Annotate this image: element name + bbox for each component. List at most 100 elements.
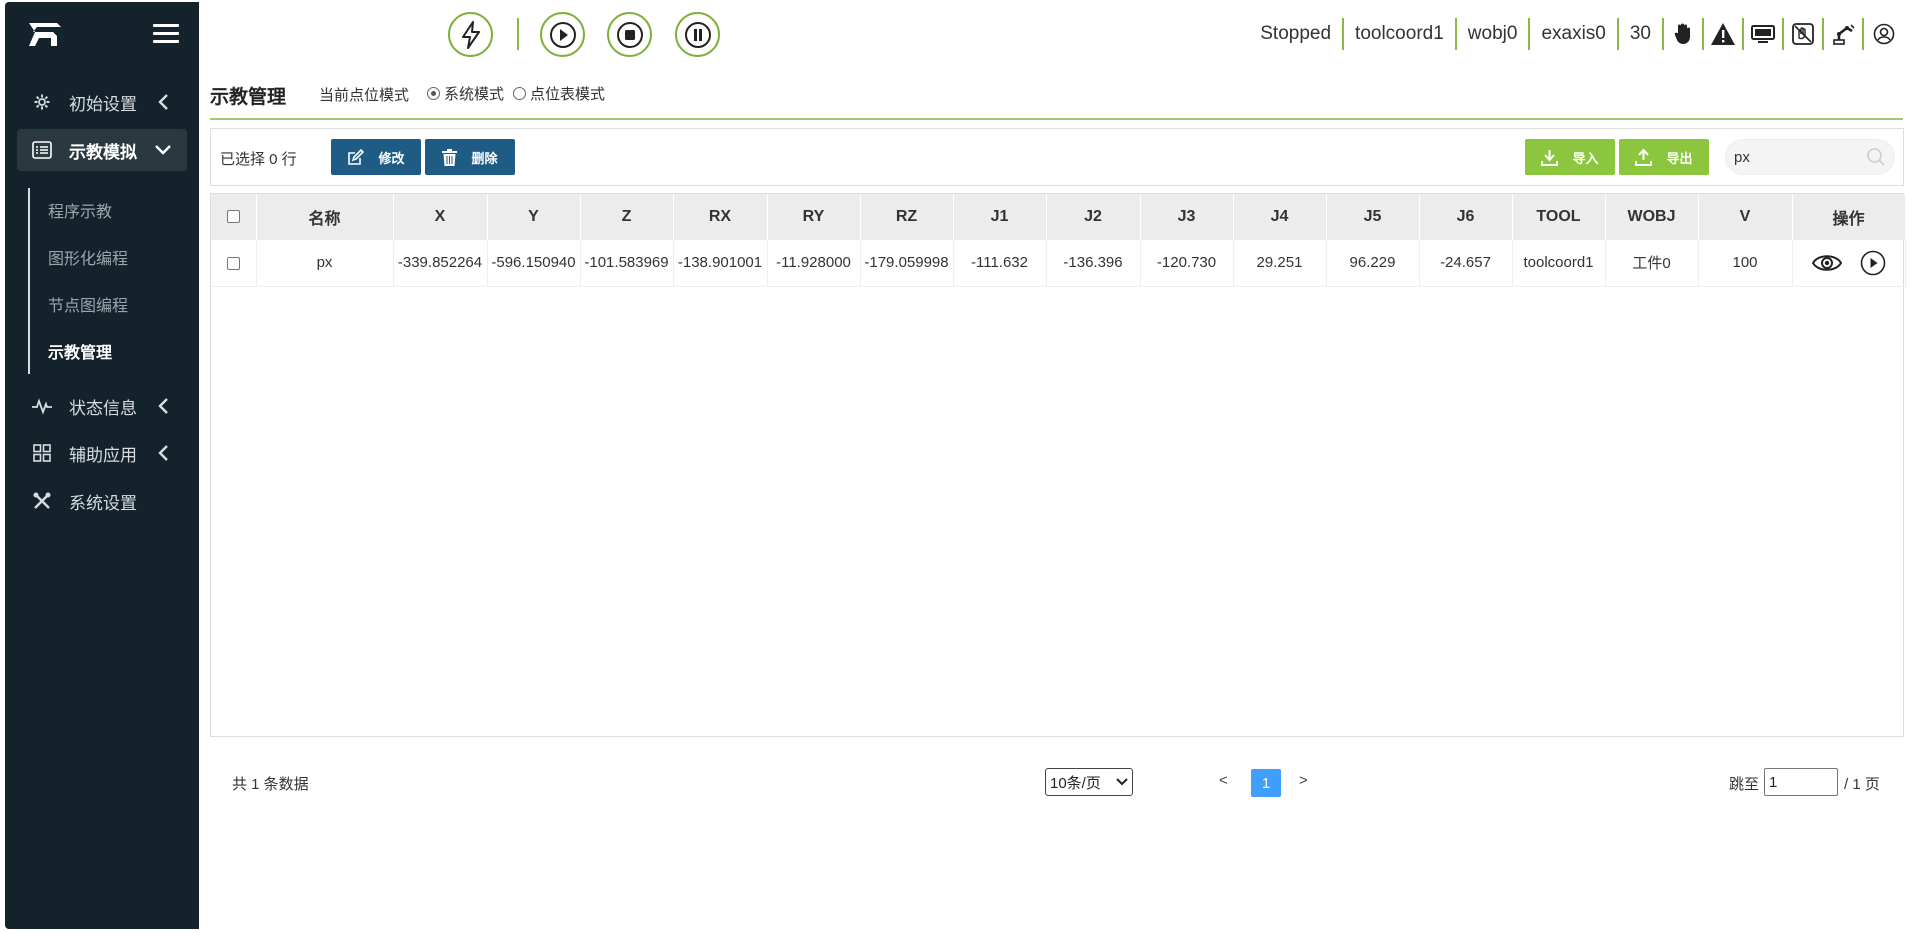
import-button[interactable]: 导入 — [1525, 139, 1615, 175]
prev-page-button[interactable]: < — [1219, 772, 1228, 789]
goto-page-input[interactable] — [1764, 768, 1838, 796]
search-icon[interactable] — [1866, 147, 1886, 172]
radio-system-mode[interactable]: 系统模式 — [427, 83, 504, 104]
sidebar-item-status-info[interactable]: 状态信息 — [17, 385, 187, 427]
stop-icon — [616, 21, 643, 48]
radio-dot[interactable] — [427, 87, 440, 100]
cell-wobj: 工件0 — [1605, 240, 1699, 287]
sidebar-item-teach-simulation[interactable]: 示教模拟 — [17, 129, 187, 171]
mode-label: 当前点位模式 — [319, 87, 410, 104]
cell-x: -339.852264 — [393, 240, 488, 287]
radio-dot[interactable] — [513, 87, 526, 100]
submenu-item-teach-management[interactable]: 示教管理 — [48, 339, 112, 363]
exaxis-coord[interactable]: exaxis0 — [1530, 18, 1619, 50]
page-title: 示教管理 — [210, 87, 287, 108]
sidebar-item-label: 状态信息 — [69, 398, 137, 418]
cell-ry: -11.928000 — [767, 240, 861, 287]
submenu-teach-simulation: 程序示教 图形化编程 节点图编程 示教管理 — [28, 188, 188, 374]
total-pages: / 1 页 — [1844, 776, 1880, 793]
edit-button[interactable]: 修改 — [331, 139, 421, 175]
cell-j6: -24.657 — [1419, 240, 1513, 287]
row-actions — [1793, 250, 1905, 276]
delete-button[interactable]: 删除 — [425, 139, 515, 175]
divider — [517, 18, 519, 50]
column-header[interactable]: WOBJ — [1605, 194, 1699, 240]
eye-icon[interactable] — [1811, 252, 1842, 274]
column-header[interactable]: Z — [580, 194, 674, 240]
column-header[interactable]: J4 — [1233, 194, 1327, 240]
cell-j5: 96.229 — [1326, 240, 1420, 287]
tool-coord[interactable]: toolcoord1 — [1344, 18, 1457, 50]
chevron-left-icon — [153, 396, 173, 416]
tools-icon — [31, 490, 53, 512]
column-header[interactable]: J6 — [1419, 194, 1513, 240]
speed-value[interactable]: 30 — [1619, 18, 1664, 50]
menu-toggle-icon[interactable] — [153, 24, 179, 46]
cell-v: 100 — [1698, 240, 1793, 287]
export-label: 导出 — [1666, 150, 1693, 166]
run-button[interactable] — [540, 12, 585, 57]
column-header[interactable]: RX — [673, 194, 768, 240]
trash-icon — [442, 148, 458, 166]
sidebar-item-label: 初始设置 — [69, 94, 137, 114]
column-header[interactable]: J2 — [1046, 194, 1141, 240]
hand-icon[interactable] — [1664, 18, 1704, 50]
select-all-checkbox[interactable] — [226, 210, 240, 224]
play-icon[interactable] — [1860, 250, 1886, 276]
drag-teach-icon[interactable] — [1784, 18, 1824, 50]
row-checkbox[interactable] — [226, 256, 240, 270]
column-header: 操作 — [1792, 194, 1906, 240]
column-header[interactable]: RZ — [860, 194, 954, 240]
goto-label: 跳至 — [1729, 776, 1760, 793]
submenu-item-program-teach[interactable]: 程序示教 — [48, 198, 112, 222]
search-box[interactable] — [1725, 139, 1895, 175]
column-header[interactable]: J3 — [1140, 194, 1234, 240]
submenu-item-node-graph-programming[interactable]: 节点图编程 — [48, 292, 128, 316]
import-label: 导入 — [1572, 150, 1599, 166]
page-size-select[interactable]: 10条/页 — [1045, 768, 1133, 796]
search-input[interactable] — [1734, 146, 1864, 168]
selected-count: 已选择 0 行 — [220, 151, 297, 168]
pulse-icon — [31, 395, 53, 417]
column-header[interactable]: Y — [487, 194, 581, 240]
cell-actions — [1792, 240, 1906, 287]
user-icon[interactable] — [1864, 18, 1904, 50]
cell-j4: 29.251 — [1233, 240, 1327, 287]
column-header[interactable]: X — [393, 194, 488, 240]
wobj-coord[interactable]: wobj0 — [1457, 18, 1531, 50]
edit-label: 修改 — [378, 150, 405, 166]
page-size-value: 10条/页 — [1050, 774, 1101, 792]
select-all-cell — [211, 194, 257, 240]
table-row[interactable]: px -339.852264 -596.150940 -101.583969 -… — [211, 240, 1906, 287]
monitor-icon[interactable] — [1744, 18, 1784, 50]
next-page-button[interactable]: > — [1299, 772, 1308, 789]
robot-state: Stopped — [1249, 18, 1345, 50]
robot-arm-icon[interactable] — [1824, 18, 1864, 50]
table-header-row: 名称 X Y Z RX RY RZ J1 J2 J3 J4 J5 J6 TOOL — [211, 194, 1906, 240]
column-header[interactable]: J5 — [1326, 194, 1420, 240]
export-button[interactable]: 导出 — [1619, 139, 1709, 175]
play-icon — [549, 21, 576, 48]
main-content: 示教管理 当前点位模式 系统模式 点位表模式 已选择 0 行 修改 删除 导入 — [199, 66, 1916, 929]
app-root: 初始设置 示教模拟 程序示教 图形化编程 节点图编程 示教管理 状态信息 辅助应… — [0, 0, 1920, 933]
column-header[interactable]: RY — [767, 194, 861, 240]
row-select-cell — [211, 240, 257, 287]
column-header[interactable]: V — [1698, 194, 1793, 240]
column-header[interactable]: 名称 — [256, 194, 394, 240]
pause-button[interactable] — [675, 12, 720, 57]
enable-button[interactable] — [448, 12, 493, 57]
chevron-down-icon — [1116, 778, 1128, 786]
radio-point-table-mode[interactable]: 点位表模式 — [513, 83, 605, 104]
submenu-item-graphical-programming[interactable]: 图形化编程 — [48, 245, 128, 269]
warning-icon[interactable] — [1704, 18, 1744, 50]
sidebar-item-auxiliary-apps[interactable]: 辅助应用 — [17, 432, 187, 474]
column-header[interactable]: J1 — [953, 194, 1047, 240]
sidebar-item-initial-settings[interactable]: 初始设置 — [17, 81, 187, 123]
stop-button[interactable] — [607, 12, 652, 57]
page-number-button[interactable]: 1 — [1251, 769, 1281, 797]
chevron-left-icon — [153, 443, 173, 463]
sidebar-item-system-settings[interactable]: 系统设置 — [17, 480, 187, 522]
upload-icon — [1635, 148, 1653, 166]
column-header[interactable]: TOOL — [1512, 194, 1606, 240]
sidebar-item-label: 示教模拟 — [69, 142, 137, 162]
